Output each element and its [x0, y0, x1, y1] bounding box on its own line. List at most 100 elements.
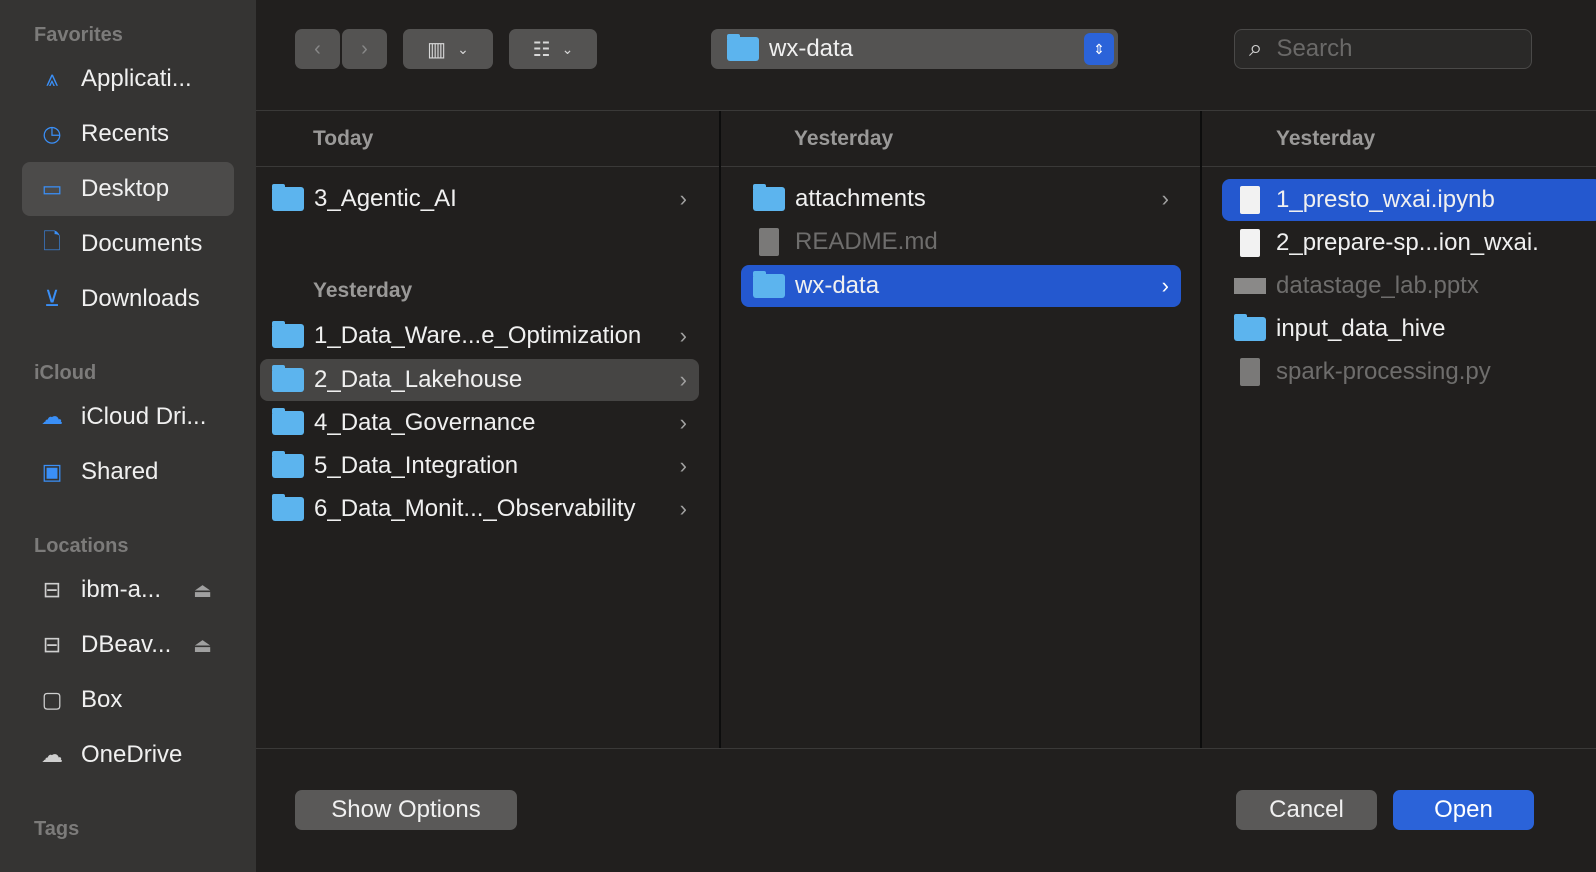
sidebar: Favorites ⩓ Applicati... ◷ Recents ▭ Deskto… — [0, 0, 256, 872]
sidebar-item-label: OneDrive — [81, 741, 183, 768]
chevron-right-icon: › — [1161, 273, 1169, 298]
chevron-down-icon: ⌄ — [561, 40, 574, 57]
list-item[interactable]: spark-processing.py — [1222, 351, 1596, 393]
download-icon: ⊻ — [43, 286, 61, 311]
folder-icon — [753, 271, 785, 298]
sidebar-item-documents[interactable]: 🗋 Documents — [22, 217, 234, 271]
icloud-heading: iCloud — [34, 362, 97, 384]
list-item[interactable]: 2_prepare-sp...ion_wxai. — [1222, 222, 1596, 264]
back-button[interactable]: ‹ — [295, 29, 340, 69]
item-name: 3_Agentic_AI — [314, 185, 457, 212]
locations-heading: Locations — [34, 535, 129, 557]
list-item[interactable]: wx-data › — [741, 265, 1181, 307]
sidebar-item-label: DBeav... — [81, 631, 172, 658]
tags-heading: Tags — [34, 818, 80, 840]
cancel-button[interactable]: Cancel — [1236, 790, 1377, 830]
shared-folder-icon: ▣ — [41, 459, 63, 484]
path-label: wx-data — [769, 35, 854, 62]
sidebar-item-label: Documents — [81, 230, 203, 257]
drive-icon: ⊟ — [42, 632, 62, 657]
chevron-right-icon: › — [679, 410, 687, 435]
sidebar-item-label: Applicati... — [81, 65, 192, 92]
sidebar-item-label: ibm-a... — [81, 576, 162, 603]
item-name: 1_presto_wxai.ipynb — [1276, 186, 1495, 213]
path-popup[interactable]: wx-data ⇕ — [711, 29, 1118, 69]
divider — [256, 748, 1596, 749]
column-divider[interactable] — [1200, 111, 1202, 748]
eject-icon[interactable]: ⏏ — [193, 633, 212, 658]
box-icon: ▢ — [41, 687, 63, 712]
cloud-icon: ☁ — [41, 742, 63, 767]
show-options-button[interactable]: Show Options — [295, 790, 517, 830]
list-item[interactable]: attachments › — [741, 178, 1181, 220]
folder-icon — [272, 321, 304, 348]
markdown-file-icon — [759, 228, 779, 256]
folder-icon — [272, 451, 304, 478]
desktop-icon: ▭ — [41, 176, 63, 201]
search-input[interactable]: ⌕ Search — [1234, 29, 1532, 69]
app-store-icon: ⩓ — [45, 66, 59, 91]
view-mode-button[interactable]: ▥ ⌄ — [403, 29, 493, 69]
columns-view-icon: ▥ — [427, 38, 447, 61]
chevron-down-icon: ⌄ — [457, 40, 469, 57]
list-item[interactable]: datastage_lab.pptx — [1222, 265, 1596, 307]
eject-icon[interactable]: ⏏ — [193, 578, 212, 603]
folder-icon — [272, 408, 304, 435]
sidebar-item-ibm-drive[interactable]: ⊟ ibm-a... ⏏ — [22, 563, 234, 617]
list-item[interactable]: 4_Data_Governance › — [260, 402, 699, 444]
sidebar-item-applications[interactable]: ⩓ Applicati... — [22, 52, 234, 106]
folder-icon — [272, 365, 304, 392]
item-name: 2_prepare-sp...ion_wxai. — [1276, 229, 1539, 256]
item-name: 2_Data_Lakehouse — [314, 366, 523, 393]
item-name: 5_Data_Integration — [314, 452, 519, 479]
list-item[interactable]: 2_Data_Lakehouse › — [260, 359, 699, 401]
column-divider[interactable] — [719, 111, 721, 748]
list-item[interactable]: 5_Data_Integration › — [260, 445, 699, 487]
notebook-file-icon — [1240, 186, 1260, 214]
sidebar-item-label: Recents — [81, 120, 170, 147]
sidebar-item-recents[interactable]: ◷ Recents — [22, 107, 234, 161]
sidebar-item-dbeaver[interactable]: ⊟ DBeav... ⏏ — [22, 618, 234, 672]
list-item[interactable]: input_data_hive — [1222, 308, 1596, 350]
sidebar-item-label: iCloud Dri... — [81, 403, 207, 430]
list-item[interactable]: 1_presto_wxai.ipynb — [1222, 179, 1596, 221]
chevron-left-icon: ‹ — [314, 37, 321, 60]
chevron-right-icon: › — [679, 186, 687, 211]
item-name: README.md — [795, 228, 938, 255]
cloud-icon: ☁ — [41, 404, 63, 429]
list-item[interactable]: 6_Data_Monit..._Observability › — [260, 488, 699, 530]
list-item[interactable]: README.md — [741, 221, 1181, 263]
sidebar-item-desktop[interactable]: ▭ Desktop — [22, 162, 234, 216]
sidebar-item-onedrive[interactable]: ☁ OneDrive — [22, 728, 234, 782]
sidebar-item-downloads[interactable]: ⊻ Downloads — [22, 272, 234, 326]
chevron-right-icon: › — [679, 367, 687, 392]
notebook-file-icon — [1240, 229, 1260, 257]
group-button[interactable]: ☷ ⌄ — [509, 29, 597, 69]
divider — [256, 166, 1596, 167]
folder-icon — [272, 184, 304, 211]
list-item[interactable]: 1_Data_Ware...e_Optimization › — [260, 315, 699, 357]
folder-icon — [1234, 314, 1266, 341]
sidebar-item-label: Desktop — [81, 175, 170, 202]
column-header: Today — [313, 127, 374, 150]
sidebar-item-shared[interactable]: ▣ Shared — [22, 445, 234, 499]
item-name: attachments — [795, 185, 926, 212]
item-name: spark-processing.py — [1276, 358, 1491, 385]
document-icon: 🗋 — [43, 229, 61, 254]
sidebar-item-box[interactable]: ▢ Box — [22, 673, 234, 727]
forward-button[interactable]: › — [342, 29, 387, 69]
open-button[interactable]: Open — [1393, 790, 1534, 830]
drive-icon: ⊟ — [42, 577, 62, 602]
presentation-file-icon — [1234, 278, 1266, 294]
sidebar-item-label: Box — [81, 686, 123, 713]
item-name: 4_Data_Governance — [314, 409, 536, 436]
sidebar-item-icloud-drive[interactable]: ☁ iCloud Dri... — [22, 390, 234, 444]
folder-icon — [727, 34, 759, 61]
item-name: input_data_hive — [1276, 315, 1446, 342]
list-item[interactable]: 3_Agentic_AI › — [260, 178, 699, 220]
column-header: Yesterday — [794, 127, 894, 150]
favorites-heading: Favorites — [34, 24, 123, 46]
search-icon: ⌕ — [1249, 35, 1263, 62]
python-file-icon — [1240, 358, 1260, 386]
folder-icon — [272, 494, 304, 521]
